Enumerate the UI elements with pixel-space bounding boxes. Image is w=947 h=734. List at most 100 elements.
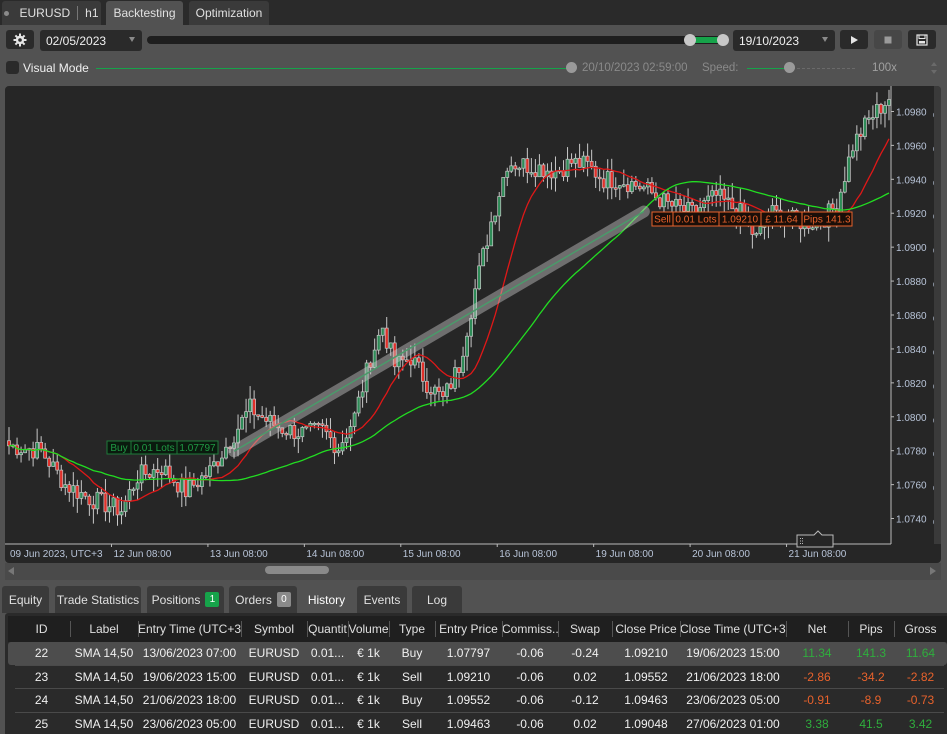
column-divider[interactable] bbox=[558, 621, 559, 637]
column-divider[interactable] bbox=[348, 621, 349, 637]
tab-label: History bbox=[307, 592, 346, 607]
column-divider[interactable] bbox=[680, 621, 681, 637]
column-divider[interactable] bbox=[389, 621, 390, 637]
column-header[interactable]: Volume bbox=[348, 616, 389, 642]
table-row[interactable]: 24 SMA 14,50 21/06/2023 18:00 EURUSD 0.01...… bbox=[8, 689, 947, 712]
cell-pips: 41.5 bbox=[859, 716, 883, 731]
y-tick-label: 1.0860 bbox=[896, 311, 927, 322]
speed-spinner-icon[interactable] bbox=[930, 61, 938, 75]
candle-down bbox=[260, 415, 265, 418]
column-header[interactable]: Type bbox=[389, 616, 435, 642]
column-divider[interactable] bbox=[307, 621, 308, 637]
column-header[interactable]: Swap bbox=[558, 616, 612, 642]
candle-up bbox=[642, 186, 646, 190]
tab-equity[interactable]: Equity bbox=[2, 586, 49, 613]
column-divider[interactable] bbox=[894, 621, 895, 637]
progress-handle[interactable] bbox=[566, 62, 577, 73]
tab-label: Equity bbox=[8, 592, 43, 607]
candle-down bbox=[216, 461, 220, 467]
candle-down bbox=[183, 478, 188, 498]
cell-entry-price: 1.09463 bbox=[446, 716, 491, 731]
tab-backtesting[interactable]: Backtesting bbox=[106, 1, 183, 25]
scroll-left-icon[interactable] bbox=[8, 567, 14, 575]
settings-button[interactable] bbox=[6, 30, 34, 49]
candle-up bbox=[296, 436, 301, 440]
grip-dot bbox=[800, 538, 801, 539]
candlestick-chart[interactable]: Buy 0.01 Lots 1.07797 Sell 0.01 Lots 1.09210 £… bbox=[5, 86, 941, 563]
tab-events[interactable]: Events bbox=[357, 586, 407, 613]
column-header[interactable]: Net bbox=[786, 616, 848, 642]
column-divider[interactable] bbox=[241, 621, 242, 637]
range-start-handle[interactable] bbox=[684, 34, 696, 46]
speed-slider-track[interactable] bbox=[787, 68, 855, 69]
tab-trade-statistics[interactable]: Trade Statistics bbox=[55, 586, 141, 613]
cell-close-price: 1.09210 bbox=[624, 646, 668, 660]
speed-handle[interactable] bbox=[784, 62, 795, 73]
column-divider[interactable] bbox=[138, 621, 139, 637]
chart-horizontal-scrollbar[interactable] bbox=[5, 563, 941, 580]
save-button[interactable] bbox=[908, 30, 936, 49]
cell-quantity: 0.01... bbox=[310, 693, 345, 707]
column-header[interactable]: Gross bbox=[894, 616, 947, 642]
cell-entry-time: 13/06/2023 07:00 bbox=[142, 646, 237, 660]
tab-orders[interactable]: Orders 0 bbox=[229, 586, 297, 613]
column-divider[interactable] bbox=[70, 621, 71, 637]
cell-swap: -0.12 bbox=[571, 693, 599, 707]
stop-button[interactable] bbox=[874, 30, 902, 49]
column-header[interactable]: Entry Time (UTC+3) bbox=[138, 616, 241, 642]
cell-gross: 11.64 bbox=[905, 646, 936, 660]
scroll-right-icon[interactable] bbox=[930, 567, 936, 575]
column-divider[interactable] bbox=[612, 621, 613, 637]
candle-up bbox=[131, 488, 136, 491]
scrollbar-thumb[interactable] bbox=[265, 566, 329, 574]
table-row[interactable]: 25 SMA 14,50 23/06/2023 05:00 EURUSD 0.01...… bbox=[8, 713, 947, 734]
cell-close-price: 1.09552 bbox=[624, 669, 668, 684]
cell-net: -0.91 bbox=[803, 693, 831, 707]
column-header[interactable]: Symbol bbox=[241, 616, 307, 642]
candle-up bbox=[758, 226, 763, 234]
candle-down bbox=[328, 431, 333, 439]
current-time-readout: 20/10/2023 02:59:00 bbox=[582, 62, 688, 74]
start-date-picker[interactable]: 02/05/2023 bbox=[40, 30, 142, 51]
tab-history[interactable]: History bbox=[302, 586, 351, 613]
column-divider[interactable] bbox=[786, 621, 787, 637]
speed-label: Speed: bbox=[702, 62, 739, 74]
tab-log[interactable]: Log bbox=[412, 586, 462, 613]
table-row[interactable]: 22 SMA 14,50 13/06/2023 07:00 EURUSD 0.01...… bbox=[8, 642, 947, 665]
candle-down bbox=[147, 474, 152, 478]
column-header[interactable]: Close Time (UTC+3) bbox=[680, 616, 786, 642]
cell-id: 23 bbox=[34, 669, 49, 684]
trade-path-line[interactable] bbox=[233, 210, 645, 452]
column-divider[interactable] bbox=[435, 621, 436, 637]
price-chart[interactable]: Buy 0.01 Lots 1.07797 Sell 0.01 Lots 1.09210 £… bbox=[5, 86, 941, 563]
column-divider[interactable] bbox=[502, 621, 503, 637]
visual-mode-checkbox[interactable] bbox=[6, 61, 19, 74]
tab-symbol[interactable]: EURUSD h1 bbox=[2, 1, 101, 25]
candle-down bbox=[670, 201, 674, 207]
column-header[interactable]: Pips bbox=[848, 616, 894, 642]
date-range-slider[interactable] bbox=[147, 36, 729, 44]
candle-down bbox=[47, 457, 52, 467]
tab-optimization[interactable]: Optimization bbox=[189, 1, 269, 25]
candle-down bbox=[637, 185, 642, 190]
candle-down bbox=[678, 198, 682, 206]
column-header[interactable]: Close Price bbox=[612, 616, 680, 642]
chart-vertical-scrollbar[interactable] bbox=[934, 86, 941, 544]
candle-down bbox=[167, 465, 172, 479]
column-header[interactable]: ID bbox=[13, 616, 70, 642]
candle-up bbox=[854, 133, 859, 152]
play-button[interactable] bbox=[840, 30, 868, 49]
column-header[interactable]: Label bbox=[70, 616, 138, 642]
cell-entry-price: 1.07797 bbox=[446, 646, 491, 660]
column-header[interactable]: Quantit bbox=[307, 616, 348, 642]
end-date-picker[interactable]: 19/10/2023 bbox=[733, 30, 835, 51]
candle-up bbox=[605, 171, 610, 189]
column-header[interactable]: Commiss.. bbox=[502, 616, 558, 642]
range-end-handle[interactable] bbox=[717, 34, 729, 46]
cell-commission: -0.06 bbox=[516, 716, 544, 731]
cell-gross: -0.73 bbox=[906, 693, 935, 707]
column-divider[interactable] bbox=[848, 621, 849, 637]
table-row[interactable]: 23 SMA 14,50 19/06/2023 15:00 EURUSD 0.01...… bbox=[8, 666, 947, 689]
tab-positions[interactable]: Positions 1 bbox=[147, 586, 224, 613]
column-header[interactable]: Entry Price bbox=[435, 616, 502, 642]
